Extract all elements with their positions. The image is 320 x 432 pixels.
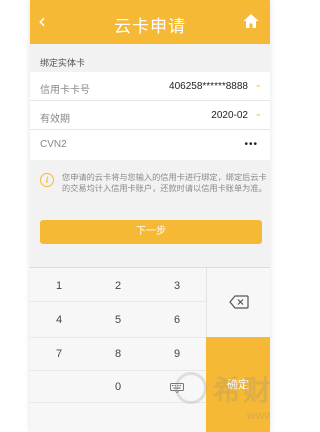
next-button[interactable]: 下一步 [40, 220, 262, 244]
expiry-value[interactable]: 2020-02 [211, 110, 248, 121]
key-7[interactable]: 7 [30, 338, 88, 371]
phone-screen: ‹ 云卡申请 绑定实体卡 信用卡卡号 406258******8888 ⌄ 有效… [30, 0, 270, 432]
notice: i 您申请的云卡将与您输入的信用卡进行绑定，绑定后云卡的交易均计入信用卡账户，还… [40, 168, 267, 214]
key-5[interactable]: 5 [88, 304, 148, 337]
card-number-label: 信用卡卡号 [40, 85, 90, 96]
app-header: ‹ 云卡申请 [30, 0, 270, 44]
key-6[interactable]: 6 [148, 304, 206, 337]
page-title: 云卡申请 [114, 17, 186, 36]
home-icon [243, 14, 259, 28]
key-0[interactable]: 0 [88, 371, 148, 404]
card-form: 信用卡卡号 406258******8888 ⌄ 有效期 2020-02 ⌄ C… [30, 72, 270, 160]
cvn2-field[interactable]: ••• [244, 139, 258, 150]
info-icon: i [40, 173, 54, 187]
section-label: 绑定实体卡 [40, 58, 86, 68]
expiry-row[interactable]: 有效期 2020-02 ⌄ [30, 101, 270, 130]
home-button[interactable] [242, 12, 260, 30]
cvn2-label: CVN2 [40, 139, 67, 150]
key-2[interactable]: 2 [88, 270, 148, 303]
key-8[interactable]: 8 [88, 338, 148, 371]
card-number-row[interactable]: 信用卡卡号 406258******8888 ⌄ [30, 72, 270, 101]
watermark-text: 希财 [213, 375, 270, 406]
delete-key[interactable] [206, 268, 270, 337]
expiry-label: 有效期 [40, 114, 70, 125]
key-3[interactable]: 3 [148, 270, 206, 303]
watermark-logo [175, 372, 207, 404]
key-4[interactable]: 4 [30, 304, 88, 337]
cvn2-row[interactable]: CVN2 ••• [30, 130, 270, 159]
watermark: 希财 www.csai.cn [175, 366, 270, 426]
chevron-down-icon[interactable]: ⌄ [254, 109, 262, 119]
backspace-icon [229, 295, 249, 309]
card-number-value[interactable]: 406258******8888 [169, 81, 248, 92]
chevron-down-icon[interactable]: ⌄ [254, 80, 262, 90]
notice-text: 您申请的云卡将与您输入的信用卡进行绑定，绑定后云卡的交易均计入信用卡账户，还款时… [62, 173, 267, 193]
watermark-url: www.csai.cn [247, 408, 270, 422]
key-1[interactable]: 1 [30, 270, 88, 303]
